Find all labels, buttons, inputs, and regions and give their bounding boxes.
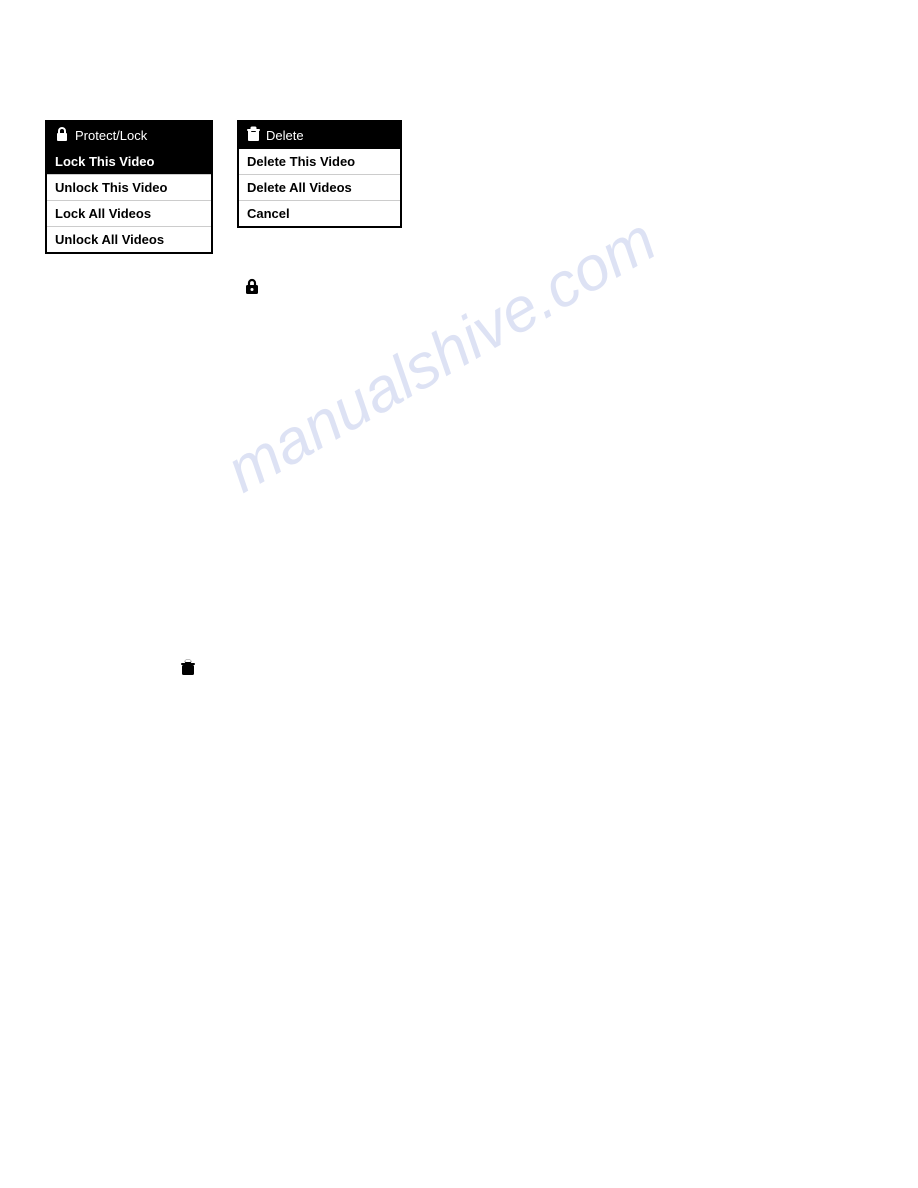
trash-icon <box>247 126 260 145</box>
trash-icon-indicator <box>180 658 196 681</box>
protect-lock-menu-items: Lock This Video Unlock This Video Lock A… <box>47 149 211 252</box>
cancel-item[interactable]: Cancel <box>239 201 400 226</box>
delete-menu-items: Delete This Video Delete All Videos Canc… <box>239 149 400 226</box>
delete-menu-header: Delete <box>239 122 400 149</box>
unlock-all-videos-item[interactable]: Unlock All Videos <box>47 227 211 252</box>
lock-icon-indicator <box>244 277 260 300</box>
protect-lock-menu-title: Protect/Lock <box>75 128 147 143</box>
delete-menu-title: Delete <box>266 128 304 143</box>
unlock-this-video-item[interactable]: Unlock This Video <box>47 175 211 201</box>
lock-icon <box>55 126 69 145</box>
lock-this-video-item[interactable]: Lock This Video <box>47 149 211 175</box>
protect-lock-menu-header: Protect/Lock <box>47 122 211 149</box>
delete-menu: Delete Delete This Video Delete All Vide… <box>237 120 402 228</box>
lock-all-videos-item[interactable]: Lock All Videos <box>47 201 211 227</box>
delete-all-videos-item[interactable]: Delete All Videos <box>239 175 400 201</box>
delete-this-video-item[interactable]: Delete This Video <box>239 149 400 175</box>
protect-lock-menu: Protect/Lock Lock This Video Unlock This… <box>45 120 213 254</box>
menus-row: Protect/Lock Lock This Video Unlock This… <box>45 120 402 254</box>
page-container: Protect/Lock Lock This Video Unlock This… <box>0 0 918 1188</box>
